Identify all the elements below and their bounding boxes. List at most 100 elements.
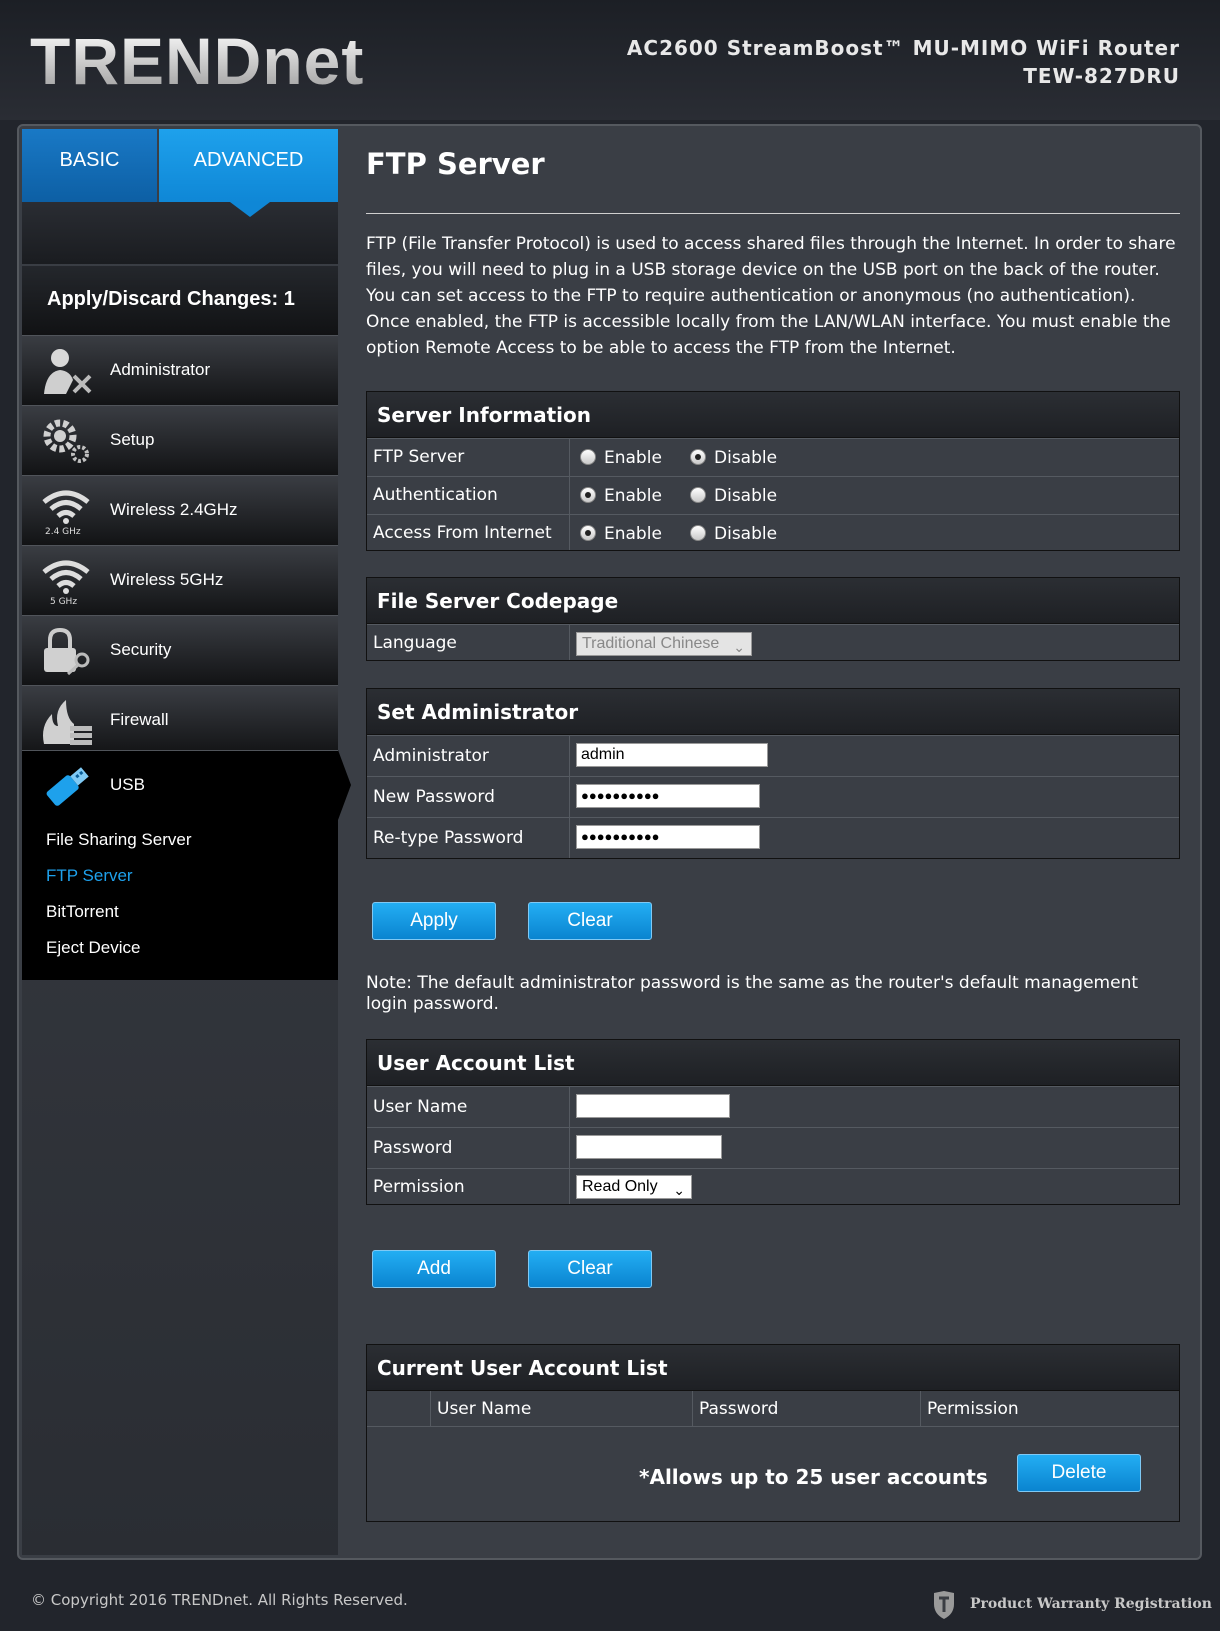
retype-password-label: Re-type Password <box>373 828 524 848</box>
admin-password-note: Note: The default administrator password… <box>366 973 1139 1014</box>
radio-label: Enable <box>604 486 662 506</box>
access-internet-disable-radio[interactable] <box>690 525 706 541</box>
lock-key-icon <box>44 627 90 676</box>
column-password: Password <box>692 1391 920 1426</box>
column-user-name: User Name <box>430 1391 692 1426</box>
user-limit-note: *Allows up to 25 user accounts <box>639 1465 988 1489</box>
apply-button[interactable]: Apply <box>372 902 496 940</box>
authentication-label: Authentication <box>373 485 498 505</box>
panel-title: File Server Codepage <box>367 578 1179 624</box>
username-label: User Name <box>373 1097 468 1117</box>
apply-discard-changes[interactable]: Apply/Discard Changes: 1 <box>22 266 338 335</box>
permission-value: Read Only <box>582 1178 658 1195</box>
access-from-internet-label: Access From Internet <box>373 523 552 543</box>
header: TRENDnet AC2600 StreamBoost™ MU-MIMO WiF… <box>0 0 1220 120</box>
firewall-icon <box>43 700 92 745</box>
delete-button[interactable]: Delete <box>1017 1454 1141 1492</box>
product-model: TEW-827DRU <box>1023 64 1180 88</box>
password-label: Password <box>373 1138 453 1158</box>
server-information-panel: Server Information FTP Server Enable Dis… <box>366 391 1180 551</box>
new-password-row: New Password ●●●●●●●●●● <box>367 776 1179 817</box>
access-from-internet-row: Access From Internet Enable Disable <box>367 514 1179 550</box>
permission-select[interactable]: Read Only ⌄ <box>576 1175 692 1199</box>
file-server-codepage-panel: File Server Codepage Language Traditiona… <box>366 577 1180 661</box>
active-menu-pointer <box>338 750 351 820</box>
submenu-file-sharing-server[interactable]: File Sharing Server <box>46 830 192 850</box>
submenu-bittorrent[interactable]: BitTorrent <box>46 902 119 922</box>
sidebar-item-setup[interactable]: Setup <box>22 405 338 475</box>
retype-password-input[interactable]: ●●●●●●●●●● <box>576 825 760 849</box>
sidebar-label-setup: Setup <box>110 430 155 449</box>
sidebar-label-wireless-5ghz: Wireless 5GHz <box>110 570 224 589</box>
new-password-label: New Password <box>373 787 495 807</box>
tab-advanced[interactable]: ADVANCED <box>159 129 338 202</box>
table-header: User Name Password Permission <box>367 1391 1179 1427</box>
sidebar-item-usb[interactable]: USB <box>22 751 338 821</box>
ftp-server-label: FTP Server <box>373 447 465 467</box>
clear-admin-button[interactable]: Clear <box>528 902 652 940</box>
set-administrator-panel: Set Administrator Administrator admin Ne… <box>366 688 1180 859</box>
page-description: FTP (File Transfer Protocol) is used to … <box>366 234 1176 358</box>
username-row: User Name <box>367 1086 1179 1127</box>
wifi-2-4ghz-icon: 2.4 GHz <box>42 490 90 536</box>
sidebar-item-firewall[interactable]: Firewall <box>22 685 338 755</box>
administrator-input[interactable]: admin <box>576 743 768 767</box>
product-warranty-link[interactable]: Product Warranty Registration <box>970 1596 1212 1612</box>
chevron-down-icon: ⌄ <box>733 639 745 655</box>
panel-title: User Account List <box>367 1040 1179 1086</box>
sidebar-usb-section: USB File Sharing Server FTP Server BitTo… <box>22 750 338 980</box>
user-account-list-panel: User Account List User Name Password Per… <box>366 1039 1180 1205</box>
usb-icon <box>46 767 89 806</box>
password-input[interactable] <box>576 1135 722 1159</box>
panel-title: Current User Account List <box>367 1345 1179 1391</box>
svg-text:2.4 GHz: 2.4 GHz <box>45 527 81 536</box>
ftp-server-row: FTP Server Enable Disable <box>367 438 1179 476</box>
language-label: Language <box>373 633 457 653</box>
administrator-icon <box>44 349 92 394</box>
copyright: © Copyright 2016 TRENDnet. All Rights Re… <box>31 1591 408 1609</box>
sidebar-spacer <box>22 202 338 264</box>
add-button[interactable]: Add <box>372 1250 496 1288</box>
authentication-row: Authentication Enable Disable <box>367 476 1179 514</box>
submenu-ftp-server[interactable]: FTP Server <box>46 866 133 886</box>
panel-title: Server Information <box>367 392 1179 438</box>
sidebar-label-administrator: Administrator <box>110 360 211 379</box>
ftp-server-disable-radio[interactable] <box>690 449 706 465</box>
sidebar-item-security[interactable]: Security <box>22 615 338 685</box>
radio-label: Disable <box>714 524 778 544</box>
sidebar: BASIC ADVANCED Apply/Discard Changes: 1 … <box>22 129 351 1555</box>
sidebar-label-usb: USB <box>110 775 145 794</box>
ftp-server-enable-radio[interactable] <box>580 449 596 465</box>
clear-user-button[interactable]: Clear <box>528 1250 652 1288</box>
password-row: Password <box>367 1127 1179 1168</box>
sidebar-item-wireless-5ghz[interactable]: 5 GHz Wireless 5GHz <box>22 545 338 615</box>
radio-label: Disable <box>714 486 778 506</box>
wifi-5ghz-icon: 5 GHz <box>42 560 90 606</box>
authentication-enable-radio[interactable] <box>580 487 596 503</box>
panel-title: Set Administrator <box>367 689 1179 735</box>
sidebar-label-firewall: Firewall <box>110 710 169 729</box>
username-input[interactable] <box>576 1094 730 1118</box>
submenu-eject-device[interactable]: Eject Device <box>46 938 140 958</box>
radio-label: Enable <box>604 524 662 544</box>
sidebar-label-security: Security <box>110 640 172 659</box>
language-select[interactable]: Traditional Chinese ⌄ <box>576 632 752 656</box>
current-user-account-list-panel: Current User Account List User Name Pass… <box>366 1344 1180 1522</box>
radio-label: Enable <box>604 448 662 468</box>
mode-tabs: BASIC ADVANCED <box>22 129 338 202</box>
page-title: FTP Server <box>366 147 545 181</box>
product-info: AC2600 StreamBoost™ MU-MIMO WiFi Router … <box>627 34 1180 90</box>
new-password-input[interactable]: ●●●●●●●●●● <box>576 784 760 808</box>
trendnet-logo: TRENDnet <box>30 24 365 98</box>
retype-password-row: Re-type Password ●●●●●●●●●● <box>367 817 1179 858</box>
sidebar-item-wireless-2-4ghz[interactable]: 2.4 GHz Wireless 2.4GHz <box>22 475 338 545</box>
tab-basic[interactable]: BASIC <box>22 129 157 202</box>
authentication-disable-radio[interactable] <box>690 487 706 503</box>
chevron-down-icon: ⌄ <box>673 1182 685 1198</box>
access-internet-enable-radio[interactable] <box>580 525 596 541</box>
sidebar-item-administrator[interactable]: Administrator <box>22 335 338 405</box>
radio-label: Disable <box>714 448 778 468</box>
column-permission: Permission <box>920 1391 1179 1426</box>
language-row: Language Traditional Chinese ⌄ <box>367 624 1179 660</box>
product-name: AC2600 StreamBoost™ MU-MIMO WiFi Router <box>626 36 1180 60</box>
